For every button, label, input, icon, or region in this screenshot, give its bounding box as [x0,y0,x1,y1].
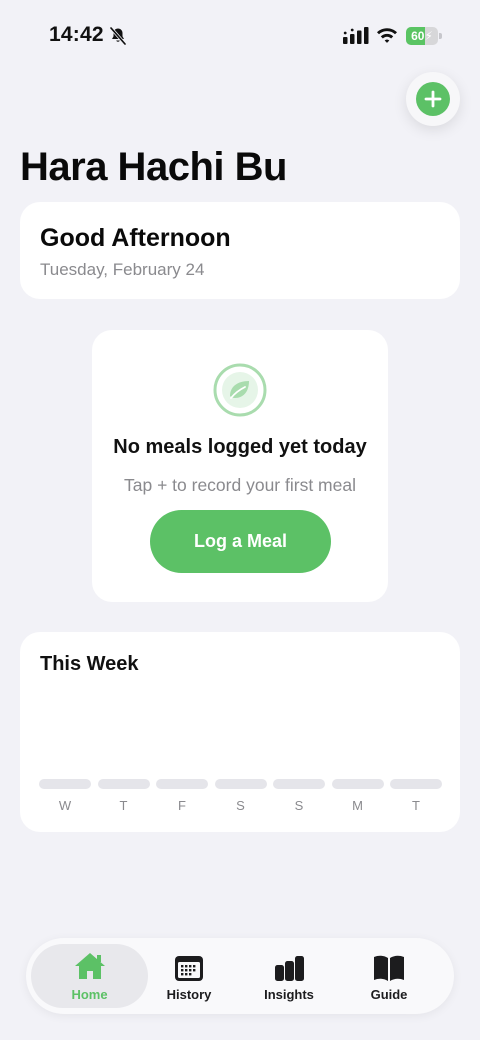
day-progress-bar [273,779,325,789]
tab-label: Home [71,987,108,1002]
day-progress-bar [214,779,267,789]
week-title: This Week [40,653,139,675]
greeting-date: Tuesday, February 24 [40,260,205,279]
empty-state-title: No meals logged yet today [113,436,367,458]
week-day: W [39,779,91,813]
day-label: F [178,798,186,813]
battery-level-text: 60 [411,29,425,43]
week-day: M [331,779,384,813]
battery-level: 60⚡ [411,29,433,43]
house-icon [74,953,105,979]
plus-icon [424,90,442,108]
tab-insights[interactable]: Insights [239,938,339,1014]
week-day: F [156,779,208,813]
week-day: S [214,779,267,813]
tab-label: Guide [370,987,408,1002]
empty-meals-card: No meals logged yet today Tap + to recor… [92,330,388,602]
bar-chart-icon [275,956,304,981]
this-week-card: This Week W T F S S M T [20,632,460,832]
day-progress-bar [156,779,208,789]
add-meal-button[interactable] [406,72,460,126]
page-title: Hara Hachi Bu [20,145,287,189]
tab-home[interactable]: Home [31,944,148,1008]
tab-history[interactable]: History [139,938,239,1014]
week-day: T [97,779,150,813]
status-bar: 14:42 60⚡ [0,0,480,70]
day-label: S [294,798,304,813]
battery-cap [439,33,442,39]
day-progress-bar [39,779,91,789]
home-screen: 14:42 60⚡ Hara Hachi Bu Good Afternoon T… [0,0,480,1040]
day-progress-bar [97,779,150,789]
week-day: T [390,779,442,813]
day-progress-bar [390,779,442,789]
calendar-icon [175,956,203,981]
add-meal-button-circle [416,82,450,116]
tab-label: History [166,987,212,1002]
day-label: T [119,798,128,813]
greeting-card: Good Afternoon Tuesday, February 24 [20,202,460,299]
status-time: 14:42 [49,23,104,46]
empty-state-subtitle: Tap + to record your first meal [124,475,356,495]
battery-indicator: 60⚡ [406,27,442,45]
battery-body: 60⚡ [406,27,438,45]
tab-label: Insights [264,987,314,1002]
bell-slash-icon [109,26,127,46]
week-day-bars: W T F S S M T [39,779,442,819]
book-icon [374,955,404,981]
day-label: S [236,798,245,813]
wifi-icon [377,28,397,43]
day-label: M [352,798,363,813]
tab-bar: Home History Insights Guide [26,938,454,1014]
day-progress-bar [331,779,384,789]
leaf-icon [213,363,267,417]
day-label: T [412,798,420,813]
cellular-signal-icon [343,27,369,44]
week-day: S [273,779,325,813]
log-meal-button[interactable]: Log a Meal [150,510,331,573]
day-label: W [58,798,72,813]
greeting-title: Good Afternoon [40,224,231,252]
tab-guide[interactable]: Guide [339,938,439,1014]
